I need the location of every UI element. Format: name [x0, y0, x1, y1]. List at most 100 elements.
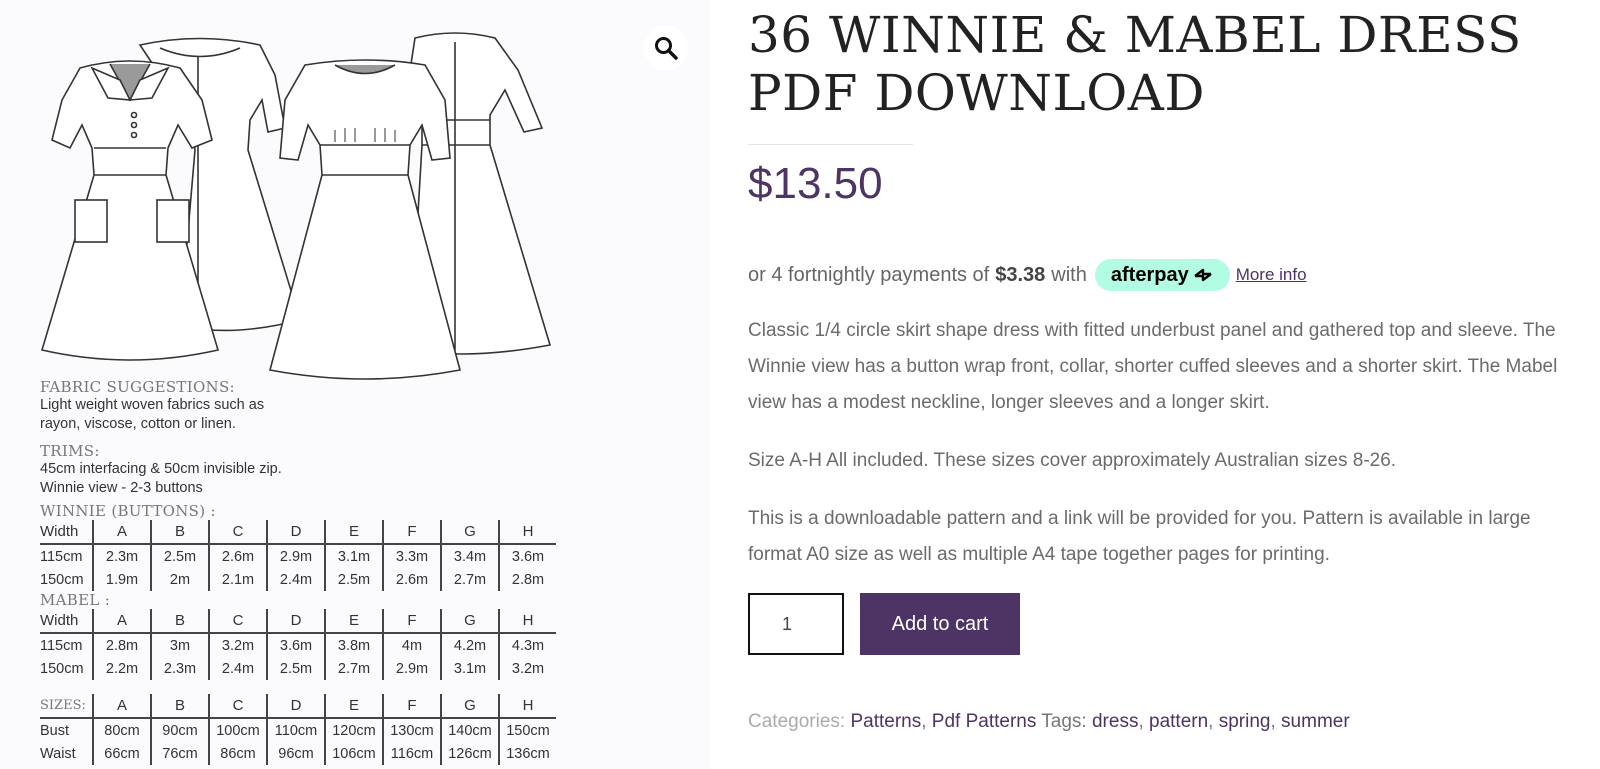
table-cell: 3.2m: [208, 633, 267, 657]
product-download-note: This is a downloadable pattern and a lin…: [748, 508, 1531, 565]
table-cell: 2.2m: [92, 657, 151, 680]
size-col: B: [150, 694, 209, 719]
table-row: 115cm 2.8m 3m 3.2m 3.6m 3.8m 4m 4.2m 4.3…: [40, 633, 556, 657]
table-cell: 76cm: [150, 742, 209, 765]
table-cell: 86cm: [208, 742, 267, 765]
table-header-row: SIZES: A B C D E F G H: [40, 694, 556, 719]
add-to-cart-button[interactable]: Add to cart: [860, 593, 1020, 655]
fabric-text: rayon, viscose, cotton or linen.: [40, 416, 236, 432]
size-col: F: [382, 609, 441, 634]
table-cell: 120cm: [324, 718, 383, 742]
product-price: $13.50: [748, 159, 883, 208]
row-label: 115cm: [40, 548, 83, 565]
mabel-fabric-table: Width A B C D E F G H 115cm 2.8m 3m 3.2m…: [40, 609, 556, 680]
size-col: A: [92, 520, 151, 545]
table-header-row: Width A B C D E F G H: [40, 520, 556, 545]
table-cell: 2m: [150, 568, 209, 591]
table-cell: 116cm: [382, 742, 441, 765]
table-cell: 2.8m: [92, 633, 151, 657]
row-label: Bust: [40, 722, 70, 739]
table-cell: 4m: [382, 633, 441, 657]
sizes-label: SIZES:: [40, 694, 93, 719]
table-cell: 110cm: [266, 718, 325, 742]
product-gallery: FABRIC SUGGESTIONS: Light weight woven f…: [0, 0, 710, 769]
table-cell: 1.9m: [92, 568, 151, 591]
row-label: 150cm: [40, 660, 84, 677]
size-col: B: [150, 609, 209, 634]
size-col: C: [208, 609, 267, 634]
size-col: H: [498, 694, 556, 719]
size-col: F: [382, 520, 441, 545]
table-cell: 66cm: [92, 742, 151, 765]
table-row: 150cm 1.9m 2m 2.1m 2.4m 2.5m 2.6m 2.7m 2…: [40, 568, 556, 591]
table-cell: 130cm: [382, 718, 441, 742]
table-cell: 3m: [150, 633, 209, 657]
table-cell: 3.2m: [498, 657, 556, 680]
table-cell: 4.3m: [498, 633, 556, 657]
table-cell: 4.2m: [440, 633, 499, 657]
size-col: D: [266, 694, 325, 719]
table-cell: 2.4m: [208, 657, 267, 680]
table-cell: 2.7m: [324, 657, 383, 680]
row-label: 150cm: [40, 571, 84, 588]
row-label: Waist: [40, 745, 76, 762]
table-cell: 126cm: [440, 742, 499, 765]
quantity-input[interactable]: 1: [748, 593, 844, 655]
tag-link-pattern[interactable]: pattern: [1149, 711, 1208, 732]
table-cell: 2.9m: [266, 544, 325, 568]
tag-link-dress[interactable]: dress: [1092, 711, 1138, 732]
size-col: A: [92, 609, 151, 634]
afterpay-brand: afterpay: [1110, 263, 1189, 286]
zoom-button[interactable]: [644, 26, 688, 70]
afterpay-with: with: [1051, 263, 1087, 286]
table-cell: 140cm: [440, 718, 499, 742]
tag-link-summer[interactable]: summer: [1281, 711, 1350, 732]
table-row: Waist 66cm 76cm 86cm 96cm 106cm 116cm 12…: [40, 742, 556, 765]
table-cell: 2.3m: [92, 544, 151, 568]
table-row: Bust 80cm 90cm 100cm 110cm 120cm 130cm 1…: [40, 718, 556, 742]
tag-link-spring[interactable]: spring: [1219, 711, 1271, 732]
sizes-table: SIZES: A B C D E F G H Bust 80cm 90cm 10…: [40, 694, 556, 765]
table-header-row: Width A B C D E F G H: [40, 609, 556, 634]
table-cell: 2.6m: [382, 568, 441, 591]
categories-label: Categories:: [748, 711, 846, 732]
size-col: C: [208, 520, 267, 545]
size-col: G: [440, 609, 499, 634]
size-col: E: [324, 520, 383, 545]
table-cell: 2.4m: [266, 568, 325, 591]
table-cell: 2.9m: [382, 657, 441, 680]
trims-text: 45cm interfacing & 50cm invisible zip.: [40, 461, 282, 477]
product-sizes-note: Size A-H All included. These sizes cover…: [748, 450, 1397, 471]
afterpay-more-info-link[interactable]: More info: [1236, 265, 1307, 285]
size-col: D: [266, 609, 325, 634]
dress-illustration: [40, 32, 552, 380]
width-label: Width: [40, 520, 93, 545]
fabric-text: Light weight woven fabrics such as: [40, 397, 265, 413]
table-cell: 2.5m: [150, 544, 209, 568]
table-cell: 2.5m: [324, 568, 383, 591]
table-cell: 136cm: [498, 742, 556, 765]
table-cell: 2.3m: [150, 657, 209, 680]
table-cell: 3.1m: [440, 657, 499, 680]
pattern-spec-sheet: FABRIC SUGGESTIONS: Light weight woven f…: [40, 378, 570, 765]
table-cell: 90cm: [150, 718, 209, 742]
table-cell: 150cm: [498, 718, 556, 742]
product-title: 36 WINNIE & MABEL DRESS PDF DOWNLOAD: [748, 6, 1522, 122]
title-divider: [748, 144, 913, 145]
size-col: B: [150, 520, 209, 545]
size-col: C: [208, 694, 267, 719]
table-cell: 80cm: [92, 718, 151, 742]
magnifier-icon: [655, 37, 678, 60]
table-cell: 106cm: [324, 742, 383, 765]
table-cell: 96cm: [266, 742, 325, 765]
size-col: D: [266, 520, 325, 545]
tags-label: Tags:: [1041, 711, 1087, 732]
afterpay-prefix: or 4 fortnightly payments of: [748, 263, 990, 286]
category-link-pdf-patterns[interactable]: Pdf Patterns: [932, 711, 1037, 732]
size-col: F: [382, 694, 441, 719]
afterpay-amount: $3.38: [995, 263, 1046, 286]
size-col: E: [324, 609, 383, 634]
table-row: 150cm 2.2m 2.3m 2.4m 2.5m 2.7m 2.9m 3.1m…: [40, 657, 556, 680]
category-link-patterns[interactable]: Patterns: [850, 711, 921, 732]
table-cell: 3.6m: [498, 544, 556, 568]
